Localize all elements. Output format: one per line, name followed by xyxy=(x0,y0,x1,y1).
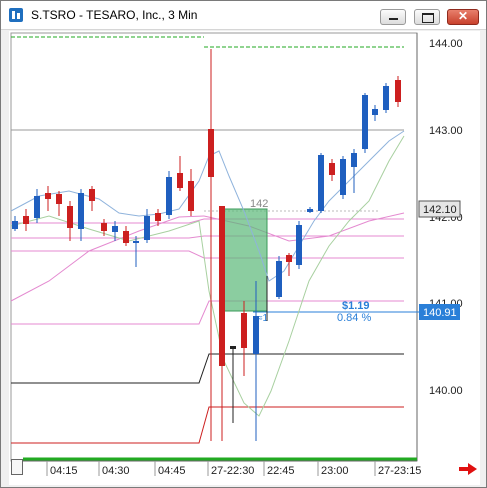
order-price-label: 140.91 xyxy=(423,307,457,319)
level-label: 142 xyxy=(250,198,268,210)
price-tick: 143.00 xyxy=(429,125,463,137)
scroll-right-arrow-icon[interactable] xyxy=(459,463,477,475)
chart-app-icon xyxy=(9,8,23,22)
maximize-icon xyxy=(422,13,434,23)
pnl-percent: 0.84 % xyxy=(337,312,371,324)
minimize-icon xyxy=(389,18,398,20)
time-tick: 04:15 xyxy=(50,465,78,477)
price-chart[interactable]: 142 ≈1 $1.19 0.84 % 144.00 143.00 142.00… xyxy=(9,31,480,485)
close-button[interactable]: ✕ xyxy=(447,9,479,25)
window-title: S.TSRO - TESARO, Inc., 3 Min xyxy=(31,8,198,22)
plot-area[interactable] xyxy=(10,32,418,462)
time-tick: 27-22:30 xyxy=(211,465,254,477)
current-price-label: 142.10 xyxy=(423,204,457,216)
maximize-button[interactable] xyxy=(414,9,440,25)
chart-window: S.TSRO - TESARO, Inc., 3 Min ✕ 142 ≈1 $1… xyxy=(0,0,487,488)
time-tick: 23:00 xyxy=(321,465,349,477)
time-tick: 04:30 xyxy=(102,465,130,477)
price-tick: 144.00 xyxy=(429,38,463,50)
time-tick: 04:45 xyxy=(158,465,186,477)
scroll-handle[interactable] xyxy=(11,459,23,475)
price-tick: 140.00 xyxy=(429,385,463,397)
title-bar[interactable]: S.TSRO - TESARO, Inc., 3 Min ✕ xyxy=(1,1,486,30)
time-tick: 22:45 xyxy=(267,465,295,477)
pnl-dollar: $1.19 xyxy=(342,300,370,312)
time-tick: 27-23:15 xyxy=(378,465,421,477)
minimize-button[interactable] xyxy=(380,9,406,25)
close-icon: ✕ xyxy=(457,9,469,23)
trade-zone-highlight[interactable] xyxy=(222,208,268,312)
